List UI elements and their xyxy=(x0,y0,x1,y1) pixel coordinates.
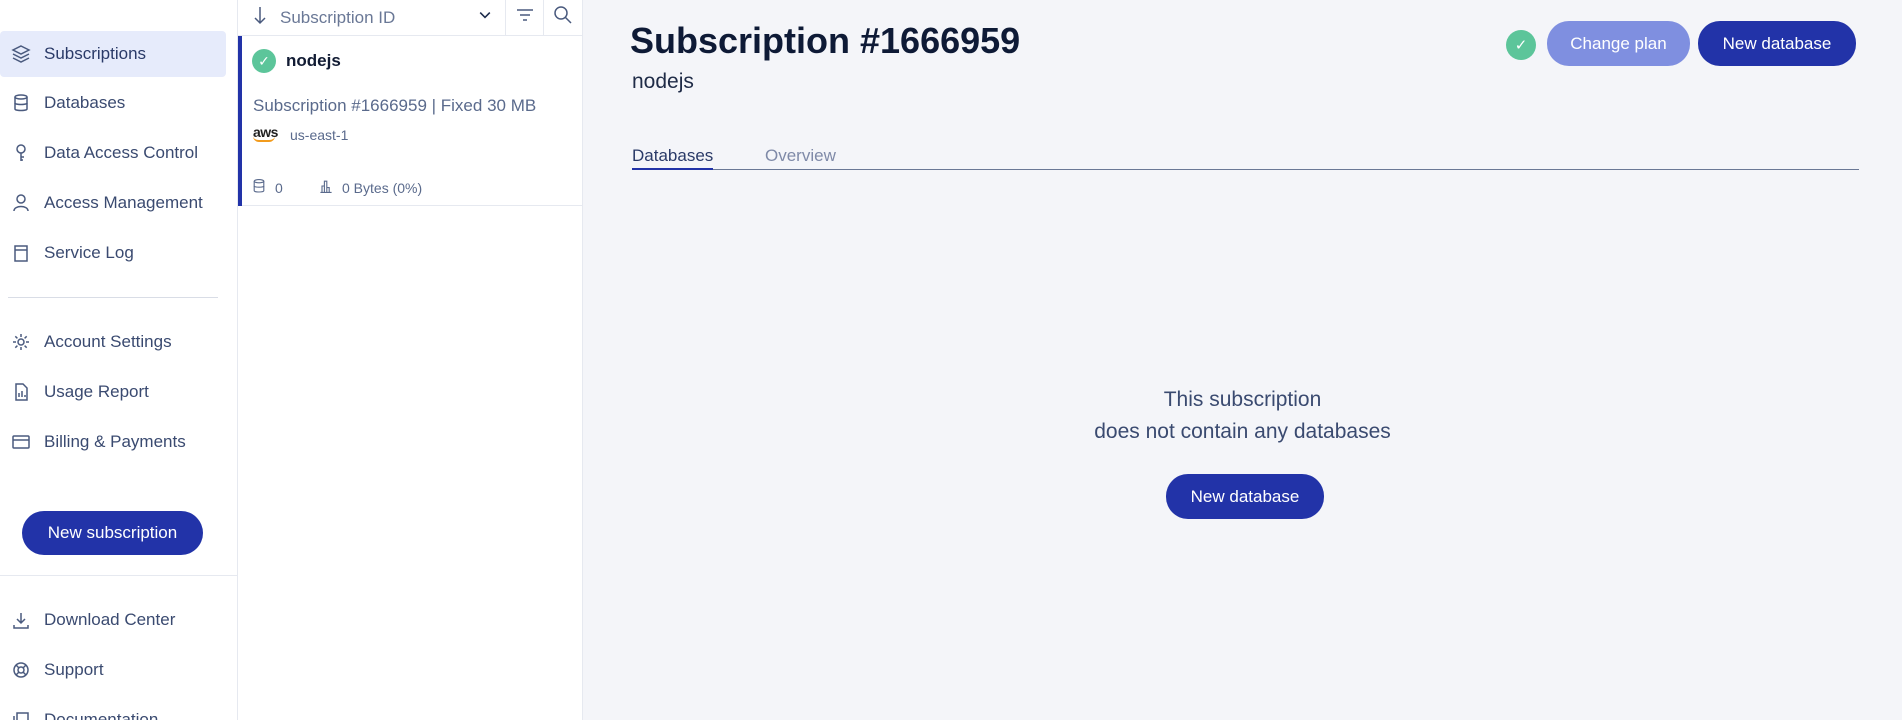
page-subtitle: nodejs xyxy=(632,70,694,93)
sidebar-item-label: Service Log xyxy=(44,243,134,262)
sidebar-item-label: Access Management xyxy=(44,193,203,212)
sidebar-item-service-log[interactable]: Service Log xyxy=(0,230,226,276)
usage-chart-icon xyxy=(318,178,342,197)
empty-state-new-database-button[interactable]: New database xyxy=(1166,474,1324,519)
status-check-icon: ✓ xyxy=(252,49,276,73)
log-icon xyxy=(10,242,32,264)
report-icon xyxy=(10,381,32,403)
region-label: us-east-1 xyxy=(290,127,349,143)
sidebar-item-label: Usage Report xyxy=(44,382,149,401)
search-icon xyxy=(553,5,573,30)
tab-databases[interactable]: Databases xyxy=(632,146,714,170)
list-header: Subscription ID xyxy=(238,0,583,36)
filter-icon xyxy=(515,5,535,30)
sidebar-divider xyxy=(8,297,218,298)
status-check-icon: ✓ xyxy=(1506,30,1536,60)
subscription-list-pane: Subscription ID ✓ nodejs Subscription #1… xyxy=(238,0,583,720)
main-content: Subscription #1666959 nodejs ✓ Change pl… xyxy=(583,0,1902,720)
sidebar-item-label: Subscriptions xyxy=(44,44,147,63)
database-count-value: 0 xyxy=(275,179,283,196)
search-button[interactable] xyxy=(544,0,582,36)
docs-icon xyxy=(10,709,32,720)
change-plan-button[interactable]: Change plan xyxy=(1547,21,1690,66)
subscription-description: Subscription #1666959 | Fixed 30 MB xyxy=(253,96,537,115)
memory-usage: 0 Bytes (0%) xyxy=(318,178,422,197)
sidebar-item-label: Account Settings xyxy=(44,332,172,351)
sidebar-item-access-management[interactable]: Access Management xyxy=(0,180,226,226)
user-icon xyxy=(10,192,32,214)
layers-icon xyxy=(10,43,32,65)
aws-logo-icon: aws xyxy=(253,124,278,142)
sidebar-item-label: Download Center xyxy=(44,610,176,629)
filter-button[interactable] xyxy=(506,0,544,36)
sidebar-item-account-settings[interactable]: Account Settings xyxy=(0,319,226,365)
subscription-card[interactable]: ✓ nodejs Subscription #1666959 | Fixed 3… xyxy=(238,36,583,206)
sort-label: Subscription ID xyxy=(280,7,396,27)
sort-descending-icon xyxy=(250,5,270,30)
sidebar-item-label: Billing & Payments xyxy=(44,432,186,451)
sidebar-item-label: Support xyxy=(44,660,104,679)
tab-bar: Databases Overview xyxy=(632,146,1859,170)
selected-indicator xyxy=(238,36,242,206)
subscription-name: nodejs xyxy=(286,51,341,70)
sidebar-bottom-divider xyxy=(0,575,238,576)
sidebar-item-data-access-control[interactable]: Data Access Control xyxy=(0,130,226,176)
sidebar-item-download-center[interactable]: Download Center xyxy=(0,597,226,643)
tab-overview[interactable]: Overview xyxy=(765,146,836,170)
database-count: 0 xyxy=(251,178,283,197)
database-icon xyxy=(251,178,275,197)
sidebar-item-databases[interactable]: Databases xyxy=(0,80,226,126)
chevron-down-icon xyxy=(477,7,493,28)
sidebar-item-label: Data Access Control xyxy=(44,143,199,162)
memory-usage-value: 0 Bytes (0%) xyxy=(342,179,423,196)
sidebar-item-label: Documentation xyxy=(44,710,159,720)
empty-state: This subscription does not contain any d… xyxy=(583,384,1902,448)
gear-icon xyxy=(10,331,32,353)
download-icon xyxy=(10,609,32,631)
sidebar: Subscriptions Databases Data Access Cont… xyxy=(0,0,238,720)
sidebar-item-subscriptions[interactable]: Subscriptions xyxy=(0,31,226,77)
database-icon xyxy=(10,92,32,114)
lifebuoy-icon xyxy=(10,659,32,681)
new-subscription-button[interactable]: New subscription xyxy=(22,511,203,555)
provider-label: aws xyxy=(253,124,278,140)
empty-state-line2: does not contain any databases xyxy=(1094,420,1391,443)
sort-dropdown[interactable]: Subscription ID xyxy=(238,0,506,36)
credit-card-icon xyxy=(10,431,32,453)
sidebar-item-label: Databases xyxy=(44,93,126,112)
page-title: Subscription #1666959 xyxy=(630,20,1021,61)
sidebar-item-billing-payments[interactable]: Billing & Payments xyxy=(0,419,226,465)
key-icon xyxy=(10,142,32,164)
empty-state-line1: This subscription xyxy=(1163,388,1322,411)
sidebar-item-documentation[interactable]: Documentation xyxy=(0,697,226,720)
sidebar-item-support[interactable]: Support xyxy=(0,647,226,693)
new-database-button[interactable]: New database xyxy=(1698,21,1856,66)
sidebar-item-usage-report[interactable]: Usage Report xyxy=(0,369,226,415)
